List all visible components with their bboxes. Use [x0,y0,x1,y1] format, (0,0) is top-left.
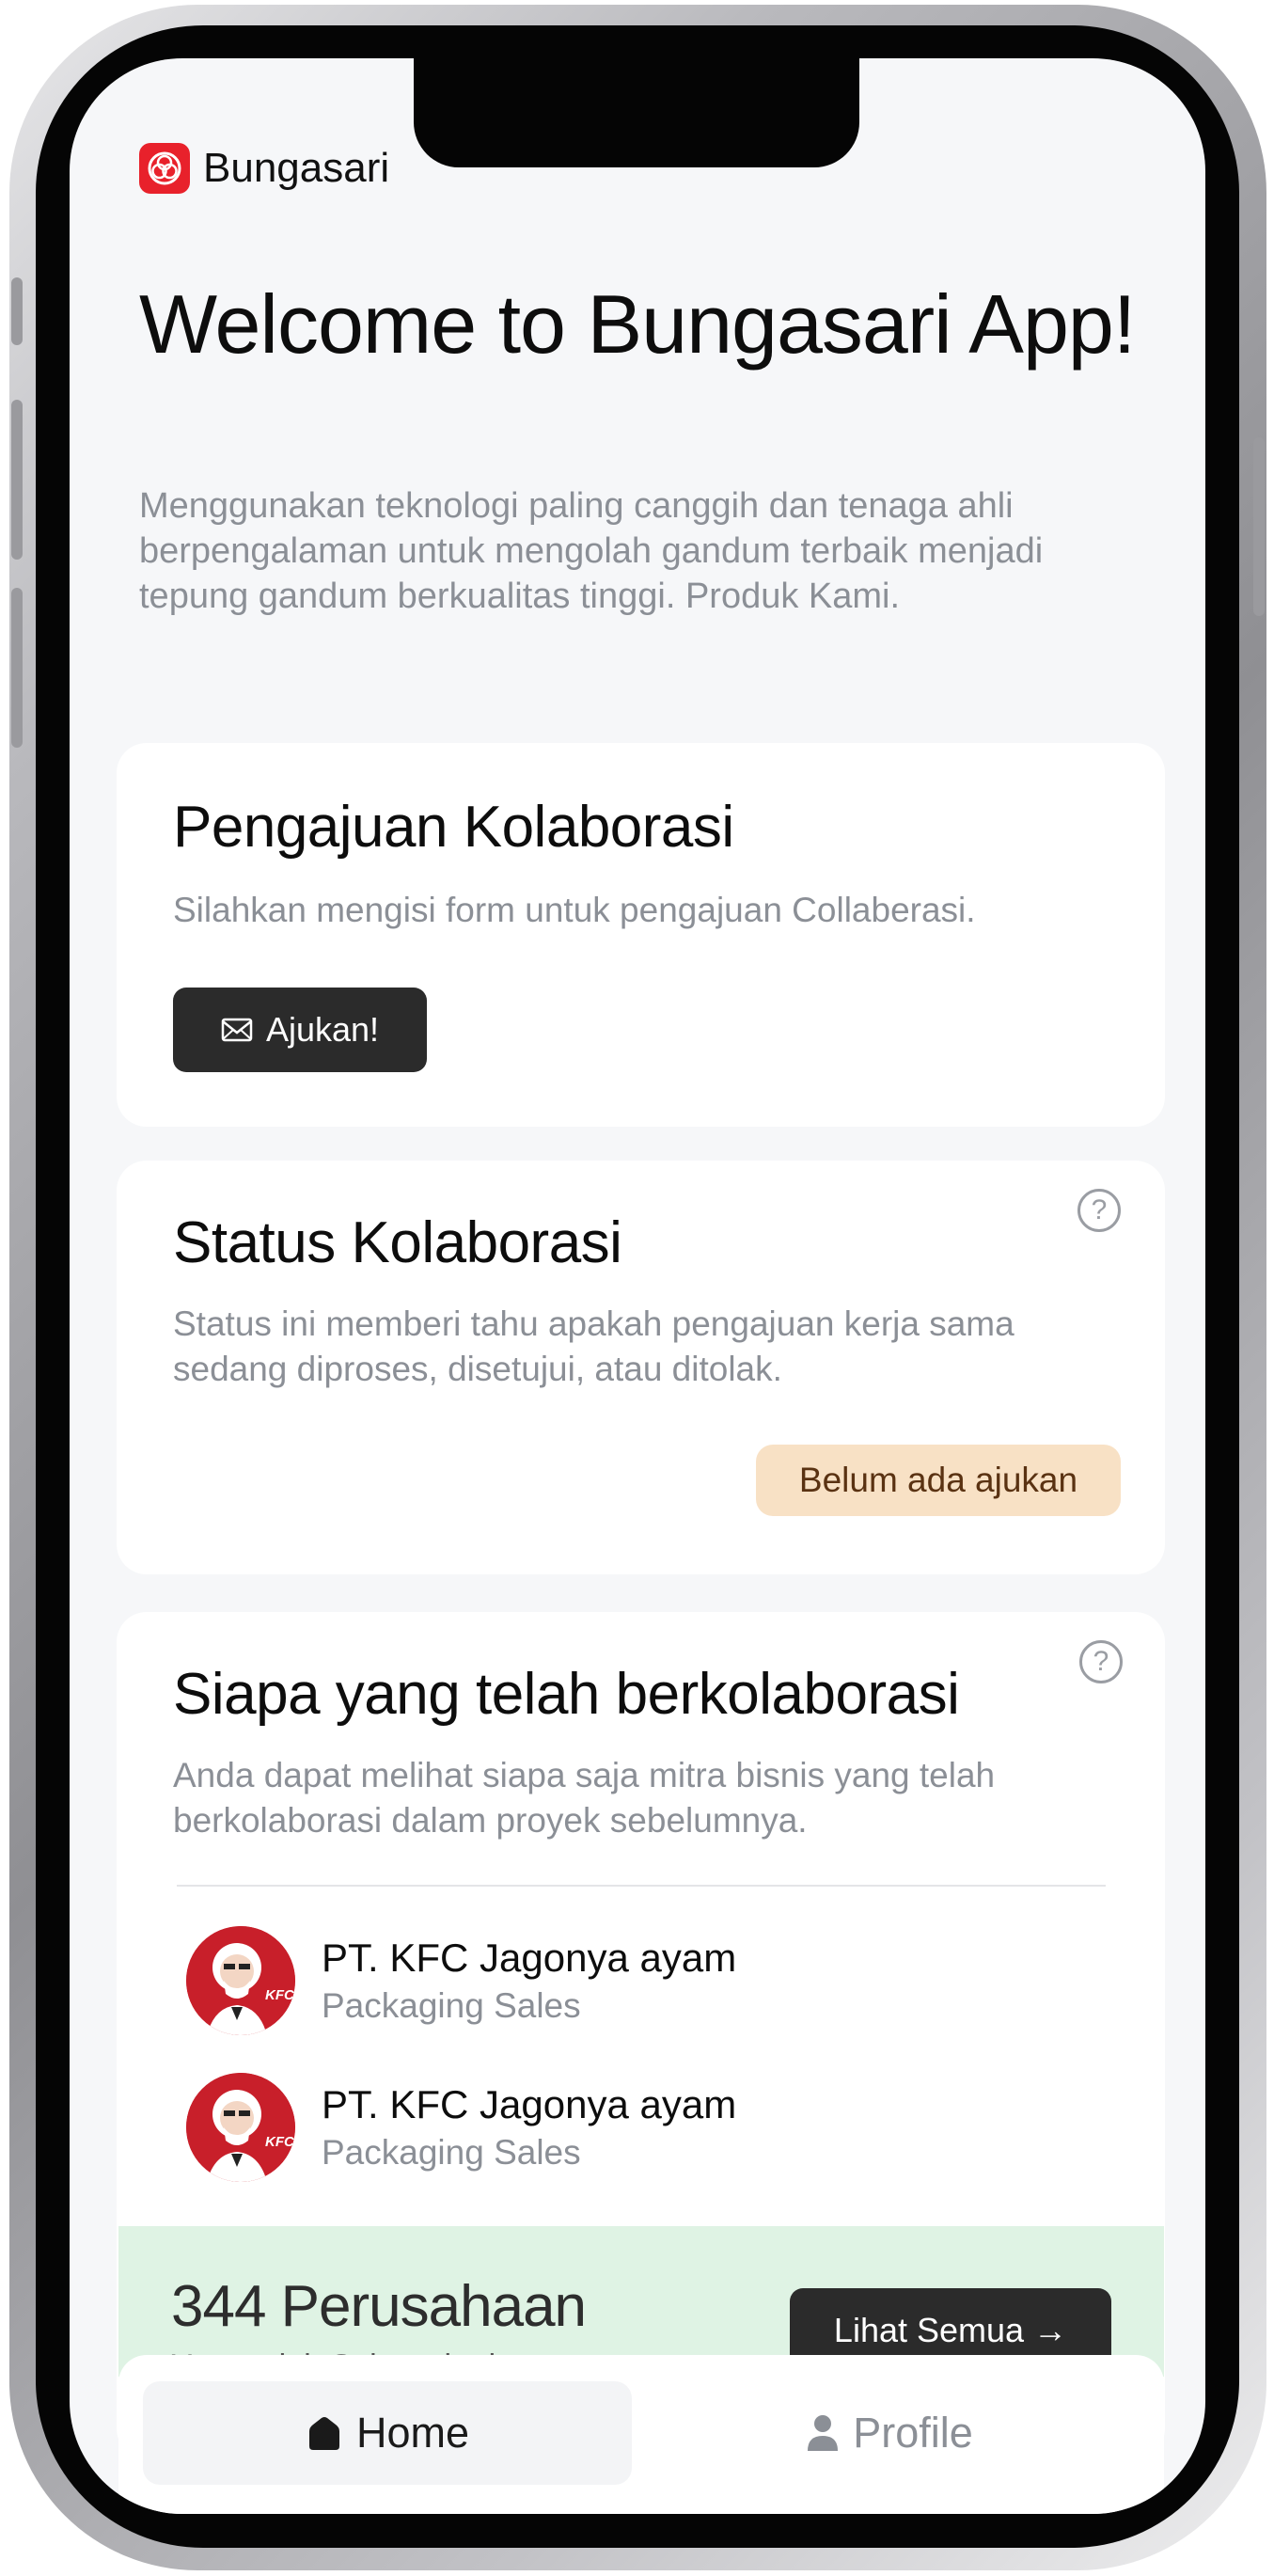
app-screen: Bungasari Welcome to Bungasari App! Meng… [70,58,1205,2514]
help-icon[interactable]: ? [1079,1640,1123,1683]
collab-status-card: ? Status Kolaborasi Status ini memberi t… [117,1161,1165,1574]
tab-home[interactable]: Home [143,2381,632,2485]
divider [177,1885,1106,1887]
list-item[interactable]: KFC PT. KFC Jagonya ayam Packaging Sales [186,1926,736,2035]
partner-name: PT. KFC Jagonya ayam [322,2082,737,2126]
envelope-icon [221,1017,253,1043]
brand-logo-icon [139,143,190,194]
partner-role: Packaging Sales [322,1986,581,2025]
side-button [11,277,23,345]
card-description: Anda dapat melihat siapa saja mitra bisn… [173,1756,996,1840]
brand-name: Bungasari [203,145,390,191]
card-title: Status Kolaborasi [173,1210,622,1275]
brand: Bungasari [139,143,389,194]
intro-text: Menggunakan teknologi paling canggih dan… [139,486,1044,616]
help-icon[interactable]: ? [1077,1189,1121,1232]
status-badge: Belum ada ajukan [756,1445,1121,1516]
card-title: Siapa yang telah berkolaborasi [173,1662,960,1727]
tab-home-label: Home [355,2409,470,2457]
tab-profile-label: Profile [853,2409,973,2457]
svg-text:KFC: KFC [265,2134,295,2150]
partner-role: Packaging Sales [322,2133,581,2172]
home-icon [306,2414,343,2452]
kfc-logo: KFC [186,1926,295,2035]
submit-collab-label: Ajukan! [265,1010,380,1049]
tab-profile[interactable]: Profile [645,2381,1134,2485]
card-title: Pengajuan Kolaborasi [173,795,734,860]
submit-collab-button[interactable]: Ajukan! [173,988,427,1072]
partner-count-banner: 344 Perusahaan Yang telah Sukses kerja s… [118,2226,1164,2384]
partner-count: 344 Perusahaan [171,2274,587,2339]
power-button [1253,437,1265,616]
collab-request-card: Pengajuan Kolaborasi Silahkan mengisi fo… [117,743,1165,1127]
user-icon [806,2413,840,2453]
kfc-logo: KFC [186,2073,295,2182]
volume-up-button [11,400,23,560]
list-item[interactable]: KFC PT. KFC Jagonya ayam Packaging Sales [186,2073,736,2182]
volume-down-button [11,588,23,748]
card-description: Status ini memberi tahu apakah pengajuan… [173,1304,1014,1388]
partner-name: PT. KFC Jagonya ayam [322,1936,737,1980]
svg-text:KFC: KFC [265,1987,295,2003]
notch [414,58,859,167]
page-title: Welcome to Bungasari App! [139,277,1136,371]
bottom-tab-bar: Home Profile [118,2355,1164,2514]
card-description: Silahkan mengisi form untuk pengajuan Co… [173,891,976,929]
